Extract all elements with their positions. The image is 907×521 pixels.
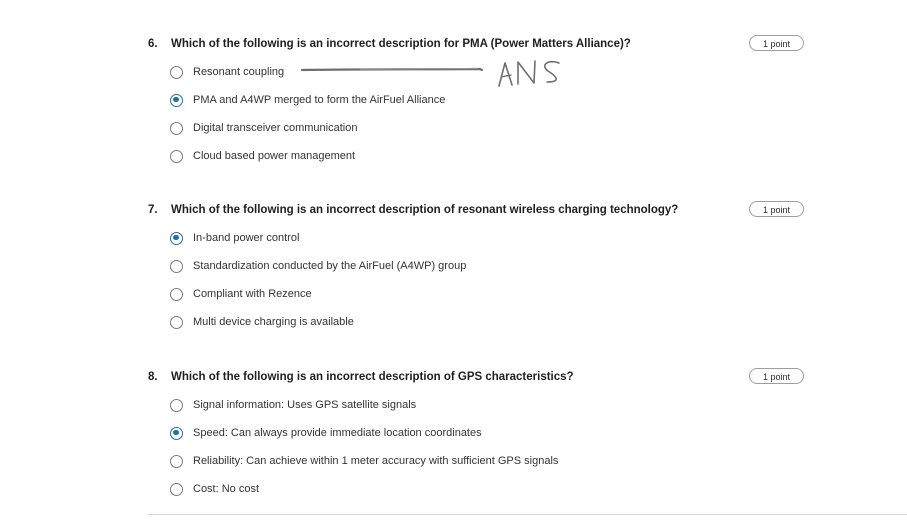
- radio-button[interactable]: [170, 287, 183, 301]
- question-text: Which of the following is an incorrect d…: [171, 371, 574, 383]
- question-header: 8. Which of the following is an incorrec…: [146, 368, 808, 389]
- radio-button[interactable]: [170, 454, 183, 468]
- option-label: Cloud based power management: [193, 150, 356, 162]
- option-standardization-airfuel[interactable]: Standardization conducted by the AirFuel…: [170, 252, 466, 280]
- option-label: Standardization conducted by the AirFuel…: [193, 260, 467, 272]
- option-multi-device-charging[interactable]: Multi device charging is available: [170, 308, 466, 336]
- option-label: Compliant with Rezence: [193, 288, 312, 300]
- option-label: Signal information: Uses GPS satellite s…: [193, 399, 417, 411]
- option-label: In-band power control: [193, 232, 300, 244]
- option-reliability[interactable]: Reliability: Can achieve within 1 meter …: [170, 447, 558, 475]
- option-cost[interactable]: Cost: No cost: [170, 475, 558, 503]
- option-speed[interactable]: Speed: Can always provide immediate loca…: [170, 419, 558, 447]
- question-8: 8. Which of the following is an incorrec…: [146, 368, 808, 496]
- question-text: Which of the following is an incorrect d…: [171, 204, 679, 216]
- options-list: Signal information: Uses GPS satellite s…: [170, 391, 558, 503]
- option-label: Reliability: Can achieve within 1 meter …: [193, 455, 559, 467]
- option-label: Speed: Can always provide immediate loca…: [193, 427, 482, 439]
- question-text: Which of the following is an incorrect d…: [171, 38, 631, 50]
- option-label: Cost: No cost: [193, 483, 260, 495]
- radio-button[interactable]: [170, 121, 183, 135]
- quiz-page: 6. Which of the following is an incorrec…: [0, 0, 907, 521]
- radio-button[interactable]: [170, 65, 183, 79]
- question-number: 6.: [148, 38, 158, 50]
- radio-button-selected[interactable]: [170, 93, 183, 107]
- points-badge: 1 point: [749, 201, 804, 217]
- radio-button[interactable]: [170, 398, 183, 412]
- option-label: Resonant coupling: [193, 66, 285, 78]
- radio-button[interactable]: [170, 482, 183, 496]
- option-label: PMA and A4WP merged to form the AirFuel …: [193, 94, 446, 106]
- option-digital-transceiver[interactable]: Digital transceiver communication: [170, 114, 445, 142]
- question-6: 6. Which of the following is an incorrec…: [146, 35, 808, 163]
- points-badge: 1 point: [749, 368, 804, 384]
- option-cloud-power-management[interactable]: Cloud based power management: [170, 142, 445, 170]
- options-list: In-band power control Standardization co…: [170, 224, 466, 336]
- option-label: Multi device charging is available: [193, 316, 354, 328]
- question-number: 7.: [148, 204, 158, 216]
- question-7: 7. Which of the following is an incorrec…: [146, 201, 808, 329]
- radio-button[interactable]: [170, 315, 183, 329]
- option-pma-a4wp-merged[interactable]: PMA and A4WP merged to form the AirFuel …: [170, 86, 445, 114]
- points-badge: 1 point: [749, 35, 804, 51]
- option-compliant-rezence[interactable]: Compliant with Rezence: [170, 280, 466, 308]
- question-header: 7. Which of the following is an incorrec…: [146, 201, 808, 222]
- question-number: 8.: [148, 371, 158, 383]
- option-label: Digital transceiver communication: [193, 122, 358, 134]
- radio-button-selected[interactable]: [170, 426, 183, 440]
- radio-button-selected[interactable]: [170, 231, 183, 245]
- divider: [148, 514, 907, 515]
- option-in-band-power-control[interactable]: In-band power control: [170, 224, 466, 252]
- radio-button[interactable]: [170, 149, 183, 163]
- radio-button[interactable]: [170, 259, 183, 273]
- handwritten-ans-marking: [300, 60, 560, 87]
- handwritten-annotation: [300, 56, 570, 90]
- question-header: 6. Which of the following is an incorrec…: [146, 35, 808, 56]
- option-signal-information[interactable]: Signal information: Uses GPS satellite s…: [170, 391, 558, 419]
